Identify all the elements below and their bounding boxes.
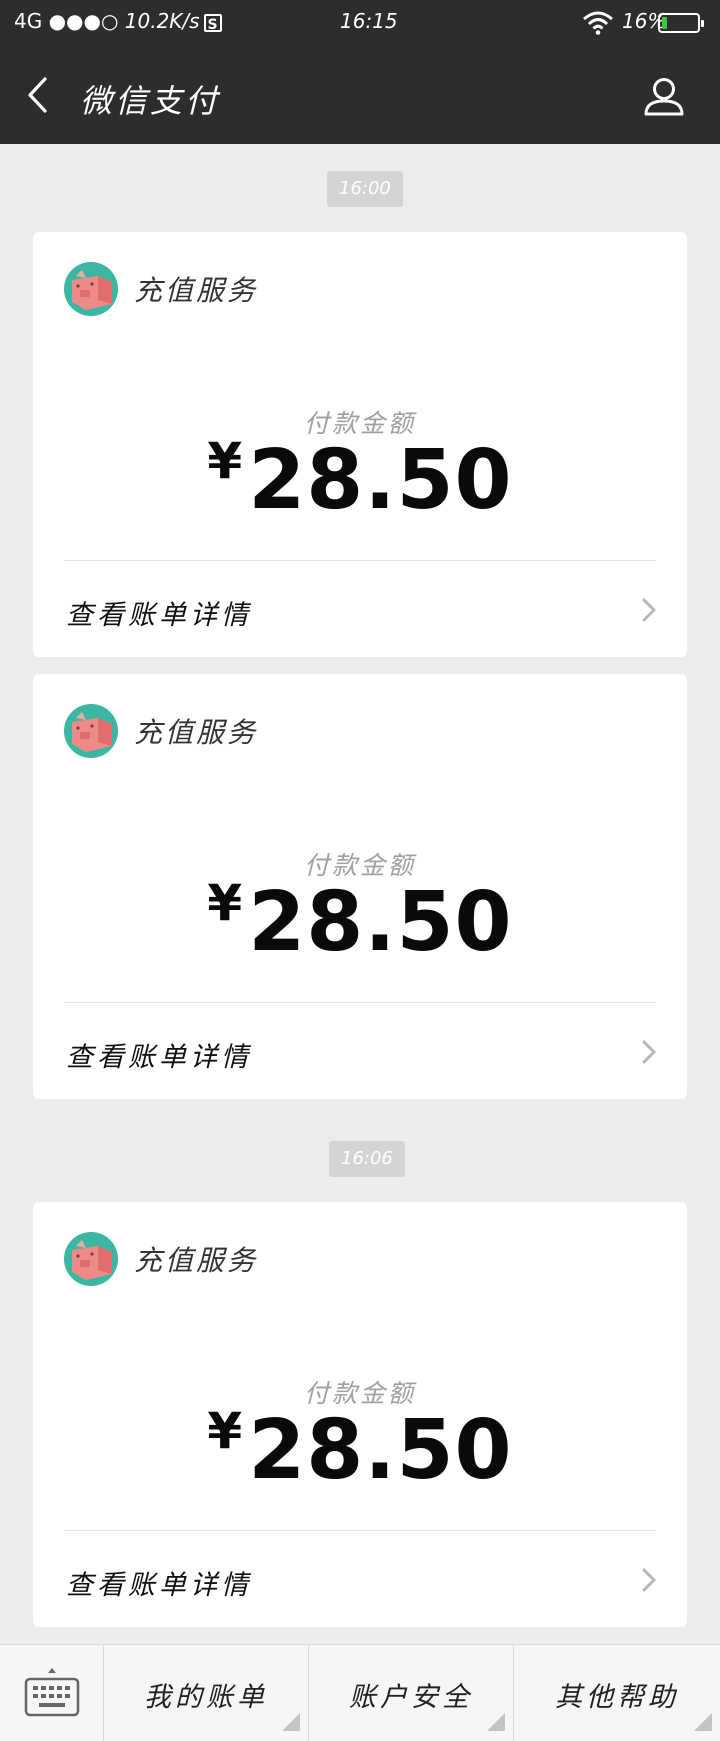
pig-avatar-icon (64, 1232, 118, 1286)
bottom-menu-bar: 我的账单 账户安全 其他帮助 (0, 1644, 720, 1741)
wifi-icon (583, 11, 613, 35)
amount-display: ¥28.50 (33, 432, 687, 528)
chevron-right-icon (642, 1040, 656, 1064)
menu-my-bills[interactable]: 我的账单 (104, 1645, 309, 1741)
currency-symbol: ¥ (207, 1402, 243, 1460)
merchant-header: 充值服务 (64, 1232, 258, 1286)
merchant-header: 充值服务 (64, 704, 258, 758)
view-bill-details-link[interactable]: 查看账单详情 (33, 1531, 687, 1627)
keyboard-toggle-button[interactable] (0, 1645, 104, 1741)
menu-account-security[interactable]: 账户安全 (309, 1645, 514, 1741)
menu-label: 我的账单 (144, 1682, 268, 1713)
timestamp-chip: 16:06 (329, 1141, 405, 1177)
battery-icon (658, 13, 704, 33)
battery-fill (662, 17, 667, 29)
timestamp-chip: 16:00 (327, 171, 403, 207)
chevron-right-icon (642, 598, 656, 622)
amount-value: 28.50 (248, 1403, 513, 1498)
view-bill-details-label: 查看账单详情 (66, 1570, 252, 1601)
merchant-header: 充值服务 (64, 262, 258, 316)
merchant-name: 充值服务 (134, 1244, 259, 1277)
chevron-right-icon (642, 1568, 656, 1592)
signal-dots: ●●●○ (48, 9, 119, 33)
chevron-left-icon[interactable] (26, 76, 48, 114)
merchant-name: 充值服务 (134, 274, 259, 307)
network-speed: 10.2K/s (124, 9, 200, 33)
pig-avatar-icon (64, 262, 118, 316)
person-icon[interactable] (644, 76, 684, 116)
menu-other-help[interactable]: 其他帮助 (514, 1645, 720, 1741)
view-bill-details-link[interactable]: 查看账单详情 (33, 561, 687, 657)
pig-avatar-icon (64, 704, 118, 758)
amount-display: ¥28.50 (33, 1402, 687, 1498)
submenu-corner-icon (694, 1713, 712, 1731)
currency-symbol: ¥ (207, 874, 243, 932)
amount-value: 28.50 (248, 433, 513, 528)
menu-label: 其他帮助 (555, 1682, 679, 1713)
s-badge-icon: S (203, 13, 222, 33)
payment-card: 充值服务 付款金额 ¥28.50 查看账单详情 (33, 1202, 687, 1627)
keyboard-icon (24, 1668, 80, 1717)
currency-symbol: ¥ (207, 432, 243, 490)
payment-card: 充值服务 付款金额 ¥28.50 查看账单详情 (33, 232, 687, 657)
clock: 16:15 (340, 9, 398, 33)
status-bar: 4G ●●●○ 10.2K/s S 16:15 16% (0, 0, 720, 46)
view-bill-details-label: 查看账单详情 (66, 600, 252, 631)
nav-bar: 微信支付 (0, 46, 720, 144)
submenu-corner-icon (282, 1713, 300, 1731)
view-bill-details-link[interactable]: 查看账单详情 (33, 1003, 687, 1099)
menu-label: 账户安全 (349, 1682, 473, 1713)
network-status: 4G ●●●○ 10.2K/s S (14, 9, 222, 33)
view-bill-details-label: 查看账单详情 (66, 1042, 252, 1073)
amount-value: 28.50 (248, 875, 513, 970)
submenu-corner-icon (487, 1713, 505, 1731)
merchant-name: 充值服务 (134, 716, 259, 749)
page-title: 微信支付 (80, 82, 221, 120)
network-type: 4G (14, 9, 43, 33)
payment-card: 充值服务 付款金额 ¥28.50 查看账单详情 (33, 674, 687, 1099)
amount-display: ¥28.50 (33, 874, 687, 970)
